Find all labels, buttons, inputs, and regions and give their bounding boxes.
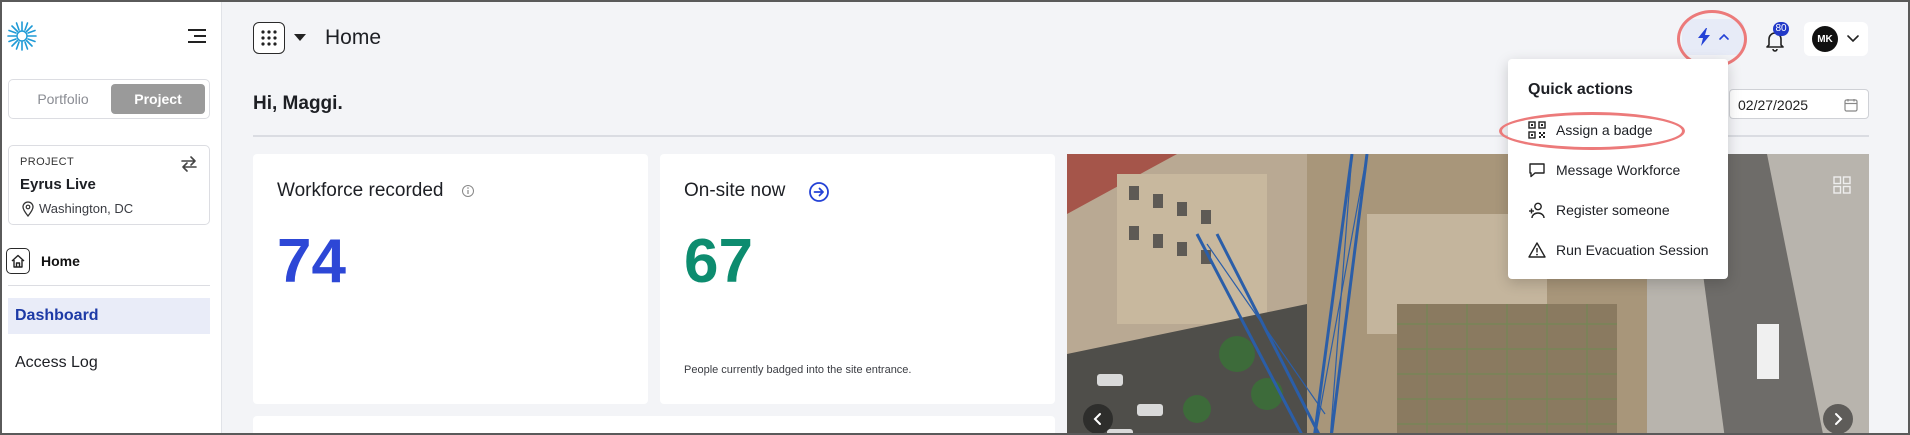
notification-badge: 80 bbox=[1773, 22, 1789, 36]
construction-site-photo bbox=[1067, 154, 1869, 433]
site-photo-carousel bbox=[1067, 154, 1869, 433]
project-card: PROJECT Eyrus Live Washington, DC bbox=[8, 145, 210, 225]
card-title: Workforce recorded bbox=[277, 180, 444, 201]
sidebar-item-label: Home bbox=[41, 253, 80, 269]
card-title: On-site now bbox=[684, 180, 786, 201]
workforce-recorded-value: 74 bbox=[277, 227, 346, 296]
on-site-now-value: 67 bbox=[684, 227, 753, 296]
project-caption: PROJECT bbox=[20, 156, 75, 168]
brand-logo bbox=[7, 21, 37, 51]
segment-portfolio[interactable]: Portfolio bbox=[15, 84, 111, 114]
chevron-down-icon bbox=[1847, 35, 1859, 43]
workforce-recorded-card: Workforce recorded 74 bbox=[253, 154, 648, 404]
carousel-next-button[interactable] bbox=[1823, 404, 1853, 433]
menu-item-label: Run Evacuation Session bbox=[1556, 242, 1709, 258]
menu-item-register-someone[interactable]: Register someone bbox=[1528, 198, 1718, 222]
segment-project[interactable]: Project bbox=[111, 84, 205, 114]
quick-actions-heading: Quick actions bbox=[1528, 81, 1633, 98]
project-location: Washington, DC bbox=[39, 201, 134, 216]
sidebar-item-home[interactable]: Home bbox=[6, 248, 210, 274]
carousel-prev-button[interactable] bbox=[1083, 404, 1113, 433]
calendar-icon bbox=[1844, 99, 1858, 112]
home-icon bbox=[6, 248, 30, 274]
menu-item-run-evacuation[interactable]: Run Evacuation Session bbox=[1528, 238, 1718, 262]
project-name: Eyrus Live bbox=[20, 176, 96, 193]
lower-card bbox=[253, 416, 1055, 433]
info-icon[interactable] bbox=[461, 184, 475, 198]
grid-view-icon[interactable] bbox=[1833, 176, 1851, 194]
card-note: People currently badged into the site en… bbox=[684, 364, 912, 376]
menu-item-label: Assign a badge bbox=[1556, 122, 1653, 138]
switch-project-icon[interactable] bbox=[179, 154, 199, 174]
chevron-left-icon bbox=[1093, 413, 1101, 425]
sidebar: Portfolio Project PROJECT Eyrus Live Was… bbox=[2, 2, 222, 433]
quick-actions-menu: Quick actions Assign a badge Message Wor… bbox=[1508, 59, 1728, 279]
date-field[interactable]: 02/27/2025 bbox=[1729, 89, 1869, 119]
menu-item-label: Message Workforce bbox=[1556, 162, 1681, 178]
sidebar-item-dashboard[interactable]: Dashboard bbox=[8, 298, 210, 334]
sidebar-divider bbox=[8, 285, 210, 286]
add-person-icon bbox=[1529, 202, 1545, 219]
date-value: 02/27/2025 bbox=[1738, 97, 1809, 113]
page-title: Home bbox=[325, 26, 382, 49]
on-site-now-card: On-site now 67 People currently badged i… bbox=[660, 154, 1055, 404]
portfolio-project-toggle: Portfolio Project bbox=[8, 79, 210, 119]
menu-item-assign-badge[interactable]: Assign a badge bbox=[1528, 118, 1718, 142]
app-launcher-button[interactable] bbox=[253, 22, 285, 54]
chevron-right-icon bbox=[1835, 413, 1843, 425]
arrow-right-circle-icon[interactable] bbox=[808, 181, 830, 203]
sidebar-item-access-log[interactable]: Access Log bbox=[15, 354, 98, 372]
qr-code-icon bbox=[1528, 121, 1546, 139]
chevron-up-icon bbox=[1719, 33, 1729, 40]
lightning-bolt-icon bbox=[1698, 28, 1710, 46]
collapse-menu-icon[interactable] bbox=[186, 26, 208, 46]
user-menu-button[interactable]: MK bbox=[1804, 22, 1868, 56]
app-window: Portfolio Project PROJECT Eyrus Live Was… bbox=[0, 0, 1910, 435]
greeting: Hi, Maggi. bbox=[253, 93, 343, 114]
menu-item-label: Register someone bbox=[1556, 202, 1670, 218]
menu-item-message-workforce[interactable]: Message Workforce bbox=[1528, 158, 1718, 182]
avatar: MK bbox=[1812, 26, 1838, 52]
warning-triangle-icon bbox=[1528, 242, 1546, 258]
caret-down-icon[interactable] bbox=[294, 34, 306, 41]
quick-actions-button[interactable] bbox=[1682, 19, 1744, 55]
location-pin-icon bbox=[22, 201, 34, 217]
grid-dots-icon bbox=[261, 30, 277, 46]
chat-bubble-icon bbox=[1529, 163, 1545, 178]
